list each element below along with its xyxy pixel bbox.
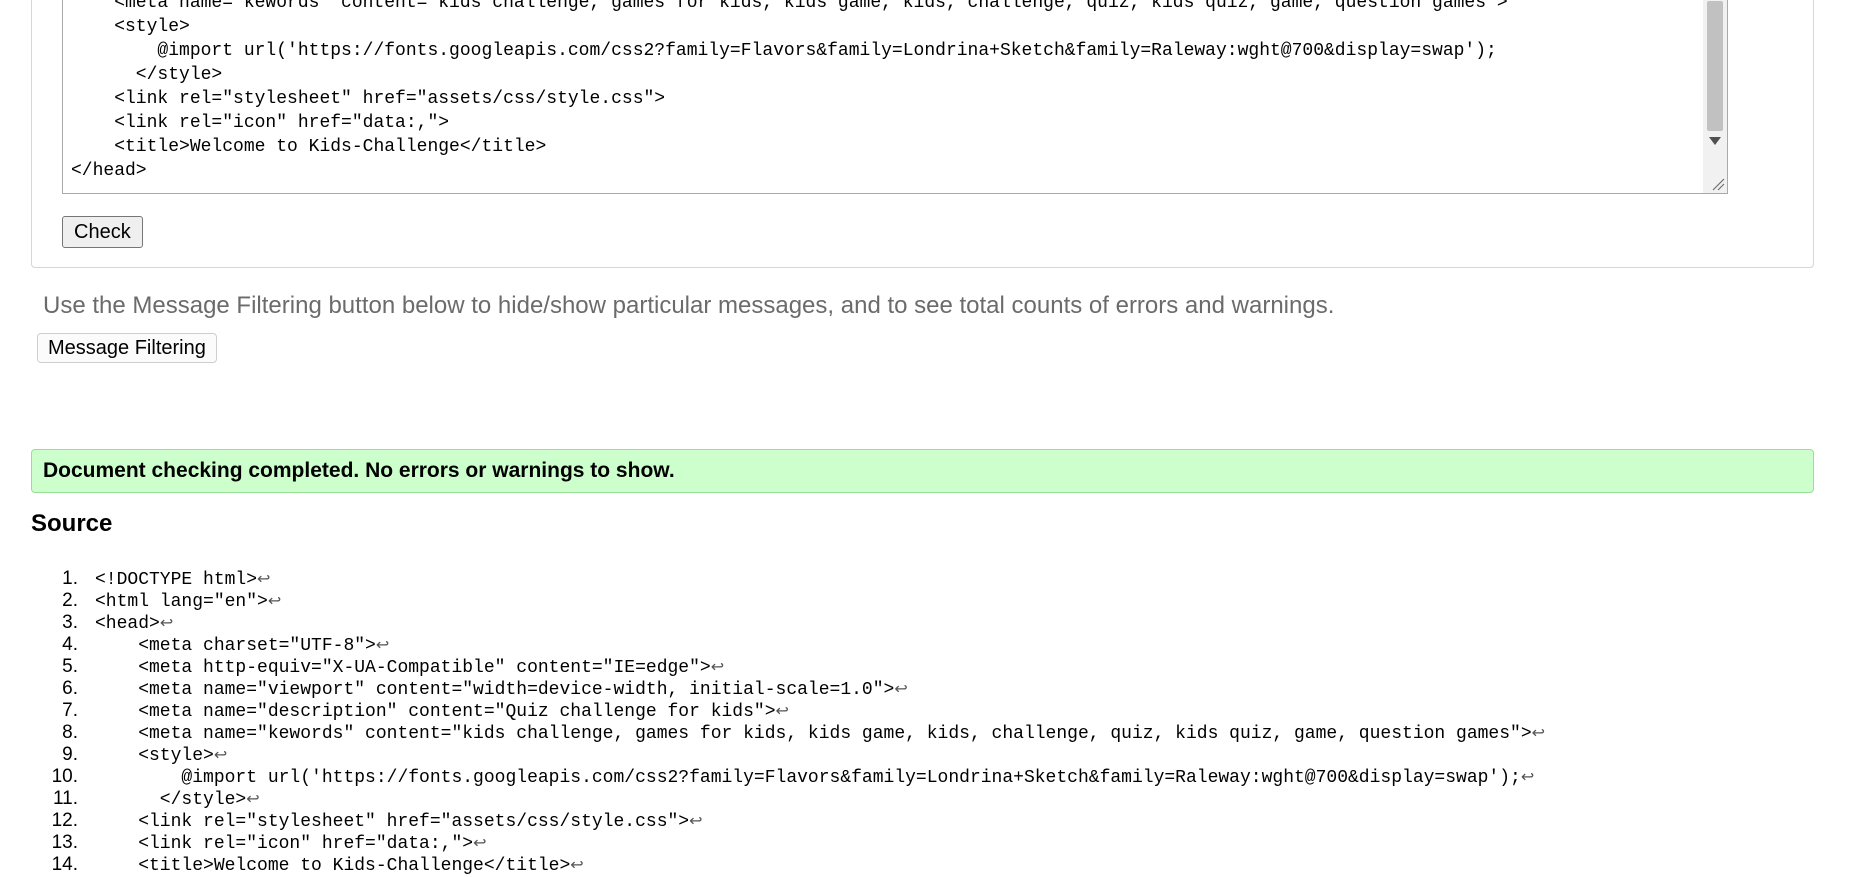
line-code: <meta http-equiv="X-UA-Compatible" conte… bbox=[95, 656, 724, 679]
textarea-line: <link rel="stylesheet" href="assets/css/… bbox=[71, 89, 666, 109]
line-code: <meta name="description" content="Quiz c… bbox=[95, 700, 789, 723]
line-return-icon: ↩ bbox=[775, 701, 789, 720]
textarea-line: <title>Welcome to Kids-Challenge</title> bbox=[71, 137, 547, 157]
line-code-text: <html lang="en"> bbox=[95, 592, 268, 612]
line-code-text: <!DOCTYPE html> bbox=[95, 570, 258, 590]
line-code: </style>↩ bbox=[95, 788, 260, 811]
success-banner: Document checking completed. No errors o… bbox=[31, 449, 1814, 493]
line-code-text: <meta charset="UTF-8"> bbox=[95, 636, 376, 656]
textarea-line: <meta name="kewords" content="kids chall… bbox=[71, 0, 1508, 13]
line-return-icon: ↩ bbox=[267, 591, 282, 610]
line-return-icon: ↩ bbox=[159, 613, 174, 632]
line-number: 13. bbox=[51, 832, 78, 853]
line-code-text: <meta name="description" content="Quiz c… bbox=[95, 702, 776, 722]
line-return-icon: ↩ bbox=[689, 811, 703, 830]
message-filtering-button[interactable]: Message Filtering bbox=[37, 333, 217, 363]
resize-grip-icon[interactable] bbox=[1709, 175, 1725, 191]
scroll-down-arrow-icon[interactable] bbox=[1709, 137, 1721, 145]
line-code-text: <meta name="viewport" content="width=dev… bbox=[95, 680, 895, 700]
line-return-icon: ↩ bbox=[1520, 767, 1535, 786]
line-code: <link rel="icon" href="data:,">↩ bbox=[95, 832, 486, 855]
line-return-icon: ↩ bbox=[710, 657, 725, 676]
line-code-text: <link rel="icon" href="data:,"> bbox=[95, 834, 474, 854]
message-filtering-hint: Use the Message Filtering button below t… bbox=[43, 292, 1335, 319]
line-code: <title>Welcome to Kids-Challenge</title>… bbox=[95, 854, 584, 877]
line-return-icon: ↩ bbox=[1531, 723, 1546, 742]
textarea-line: @import url('https://fonts.googleapis.co… bbox=[71, 41, 1497, 61]
scrollbar-thumb[interactable] bbox=[1707, 1, 1723, 131]
line-number: 14. bbox=[51, 854, 78, 875]
line-return-icon: ↩ bbox=[213, 745, 228, 764]
line-code-text: <meta http-equiv="X-UA-Compatible" conte… bbox=[95, 658, 711, 678]
textarea-line: </style> bbox=[71, 65, 223, 85]
line-code: <!DOCTYPE html>↩ bbox=[95, 568, 270, 591]
textarea-line: <link rel="icon" href="data:,"> bbox=[71, 113, 450, 133]
line-code-text: <title>Welcome to Kids-Challenge</title> bbox=[95, 856, 571, 876]
line-number: 7. bbox=[62, 700, 78, 721]
line-code: <html lang="en">↩ bbox=[95, 590, 281, 613]
source-textarea[interactable]: <meta name="kewords" content="kids chall… bbox=[62, 0, 1728, 194]
line-number: 12. bbox=[51, 810, 78, 831]
line-code: @import url('https://fonts.googleapis.co… bbox=[95, 766, 1534, 789]
textarea-scrollbar[interactable] bbox=[1703, 0, 1727, 193]
line-return-icon: ↩ bbox=[257, 569, 271, 588]
line-return-icon: ↩ bbox=[473, 833, 487, 852]
line-number: 10. bbox=[51, 766, 78, 787]
line-code: <style>↩ bbox=[95, 744, 227, 767]
line-return-icon: ↩ bbox=[246, 789, 260, 808]
line-return-icon: ↩ bbox=[894, 679, 908, 698]
line-code: <head>↩ bbox=[95, 612, 173, 635]
line-number: 5. bbox=[62, 656, 78, 677]
line-number: 8. bbox=[62, 722, 78, 743]
line-number: 2. bbox=[62, 590, 78, 611]
line-code: <meta name="kewords" content="kids chall… bbox=[95, 722, 1545, 745]
line-code-text: <link rel="stylesheet" href="assets/css/… bbox=[95, 812, 690, 832]
line-number: 6. bbox=[62, 678, 78, 699]
textarea-text[interactable]: <meta name="kewords" content="kids chall… bbox=[71, 0, 1703, 183]
line-number: 3. bbox=[62, 612, 78, 633]
line-number: 4. bbox=[62, 634, 78, 655]
line-code-text: <style> bbox=[95, 746, 214, 766]
line-return-icon: ↩ bbox=[375, 635, 390, 654]
line-code-text: <meta name="kewords" content="kids chall… bbox=[95, 724, 1532, 744]
line-code-text: @import url('https://fonts.googleapis.co… bbox=[95, 768, 1521, 788]
line-return-icon: ↩ bbox=[570, 855, 584, 874]
textarea-line: <style> bbox=[71, 17, 190, 37]
check-button[interactable]: Check bbox=[62, 216, 143, 248]
line-code: <link rel="stylesheet" href="assets/css/… bbox=[95, 810, 703, 833]
line-number: 11. bbox=[52, 788, 78, 809]
line-number: 1. bbox=[62, 568, 78, 589]
source-heading: Source bbox=[31, 510, 113, 537]
line-code-text: <head> bbox=[95, 614, 160, 634]
textarea-line: </head> bbox=[71, 161, 147, 181]
line-code-text: </style> bbox=[95, 790, 247, 810]
line-code: <meta charset="UTF-8">↩ bbox=[95, 634, 389, 657]
line-code: <meta name="viewport" content="width=dev… bbox=[95, 678, 908, 701]
line-number: 9. bbox=[62, 744, 78, 765]
